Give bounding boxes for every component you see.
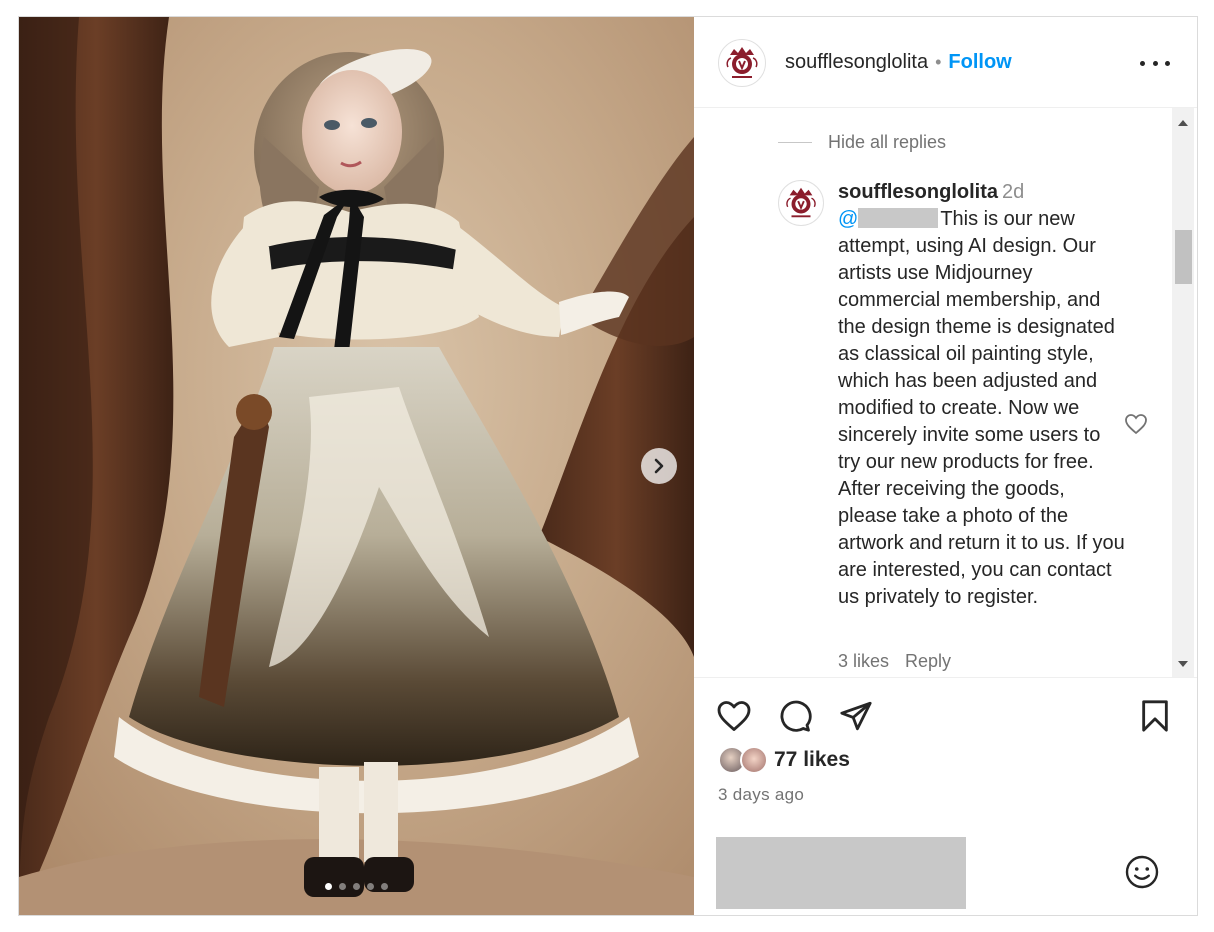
- more-options-icon[interactable]: [1140, 53, 1170, 73]
- liker-avatar: [740, 746, 768, 774]
- hide-replies-label: Hide all replies: [828, 132, 947, 152]
- carousel-dot: [381, 883, 388, 890]
- carousel-dot: [339, 883, 346, 890]
- next-slide-button[interactable]: [641, 448, 677, 484]
- chevron-right-icon: [654, 458, 664, 474]
- bookmark-icon[interactable]: [1140, 699, 1170, 738]
- comment-meta: 3 likes Reply: [838, 651, 951, 672]
- avatar[interactable]: [718, 39, 766, 87]
- comment-time[interactable]: 2d: [1002, 181, 1024, 203]
- post-actions: 77 likes 3 days ago: [694, 677, 1197, 915]
- separator: •: [935, 52, 942, 72]
- avatar[interactable]: [778, 180, 824, 226]
- send-icon[interactable]: [839, 699, 873, 738]
- carousel-indicator: [19, 883, 694, 893]
- hide-replies-button[interactable]: Hide all replies: [778, 132, 946, 153]
- comment-username[interactable]: soufflesonglolita: [838, 181, 998, 203]
- post-side-panel: soufflesonglolita • Follow Hide all repl…: [694, 17, 1197, 915]
- post-photo: [19, 17, 694, 915]
- mention-prefix: @: [838, 208, 859, 230]
- carousel-dot: [367, 883, 374, 890]
- post-media[interactable]: [19, 17, 694, 915]
- post-header: soufflesonglolita • Follow: [694, 17, 1197, 108]
- add-comment-input[interactable]: [716, 837, 966, 909]
- heart-icon[interactable]: [716, 699, 752, 738]
- username-link[interactable]: soufflesonglolita: [785, 51, 928, 74]
- comments-scrollbar[interactable]: [1172, 108, 1194, 677]
- scroll-down-icon[interactable]: [1172, 653, 1194, 675]
- likes-summary[interactable]: 77 likes: [718, 746, 850, 774]
- comment-icon[interactable]: [778, 699, 812, 738]
- comment-likes[interactable]: 3 likes: [838, 651, 889, 672]
- post-frame: soufflesonglolita • Follow Hide all repl…: [18, 16, 1198, 916]
- emoji-icon[interactable]: [1124, 854, 1160, 895]
- redacted-username: [858, 208, 939, 228]
- post-time[interactable]: 3 days ago: [718, 785, 804, 805]
- carousel-dot: [325, 883, 332, 890]
- divider: [778, 142, 812, 143]
- mention-link[interactable]: @: [838, 208, 940, 230]
- carousel-dot: [353, 883, 360, 890]
- scroll-up-icon[interactable]: [1172, 112, 1194, 134]
- post-author: soufflesonglolita • Follow: [785, 51, 1012, 74]
- reply-button[interactable]: Reply: [905, 651, 951, 672]
- brand-logo-icon: [726, 47, 758, 78]
- comments-section[interactable]: Hide all replies soufflesonglolita 2d @ Th…: [694, 108, 1197, 678]
- comment-heart-icon[interactable]: [1124, 413, 1148, 440]
- brand-logo-icon: [786, 187, 816, 218]
- follow-button[interactable]: Follow: [948, 51, 1011, 74]
- likes-count[interactable]: 77 likes: [774, 748, 850, 772]
- comment-text: This is our new attempt, using AI design…: [838, 208, 1125, 608]
- scrollbar-thumb[interactable]: [1175, 230, 1192, 284]
- comment: soufflesonglolita 2d @ This is our new att…: [838, 179, 1128, 611]
